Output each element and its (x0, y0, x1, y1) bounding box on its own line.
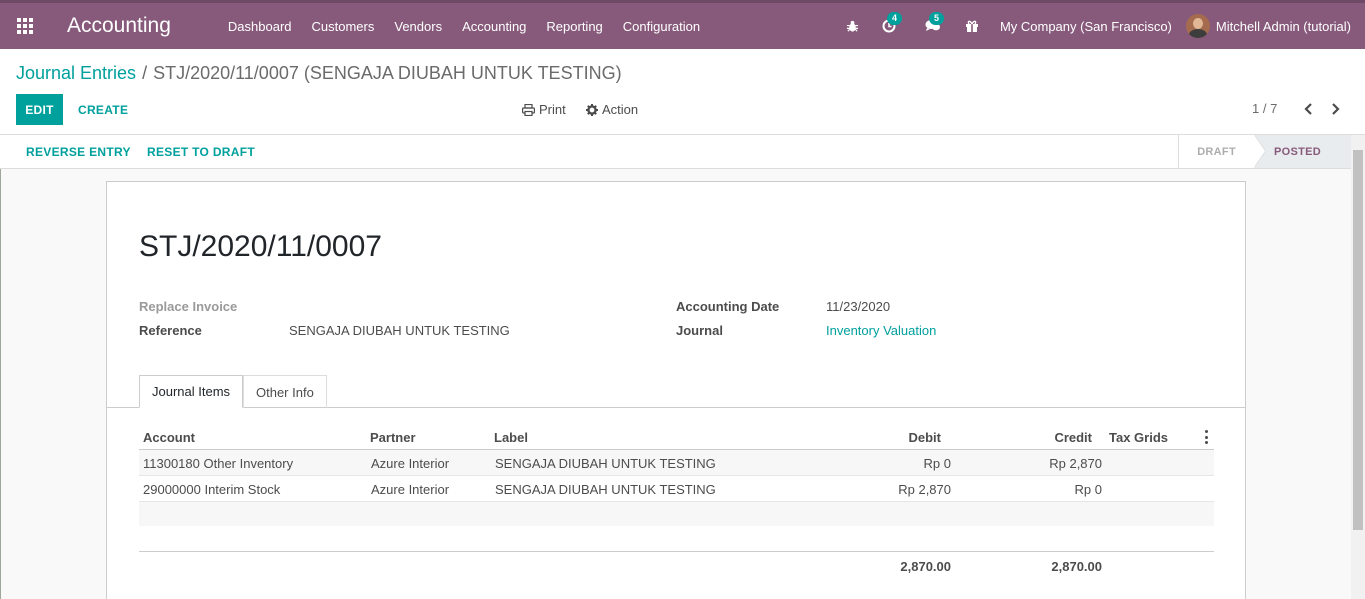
activity-button[interactable]: 4 (868, 3, 910, 49)
stage-posted: POSTED (1253, 135, 1351, 168)
gift-button[interactable] (956, 3, 988, 49)
cell-partner: Azure Interior (371, 456, 450, 471)
messaging-button[interactable]: 5 (910, 3, 956, 49)
tab-other-info[interactable]: Other Info (243, 375, 327, 408)
menu-item-accounting[interactable]: Accounting (452, 19, 536, 34)
pager-next-button[interactable] (1327, 99, 1343, 119)
print-label: Print (539, 102, 566, 117)
accounting-date-value: 11/23/2020 (826, 299, 891, 314)
stage-indicator: DRAFT POSTED (1178, 135, 1351, 168)
column-debit[interactable]: Debit (859, 430, 942, 445)
menu-item-configuration[interactable]: Configuration (613, 19, 710, 34)
table-row[interactable]: 29000000 Interim Stock Azure Interior SE… (139, 476, 1214, 502)
chevron-left-icon (1303, 103, 1312, 115)
empty-row (139, 502, 1214, 526)
left-edge (0, 169, 1, 599)
action-label: Action (602, 102, 639, 117)
menu-item-customers[interactable]: Customers (302, 19, 385, 34)
breadcrumb-journal-entries[interactable]: Journal Entries (16, 63, 136, 83)
print-icon (522, 103, 535, 116)
debug-button[interactable] (837, 3, 868, 49)
stage-draft: DRAFT (1179, 135, 1266, 168)
journal-link[interactable]: Inventory Valuation (826, 323, 936, 338)
column-label[interactable]: Label (494, 430, 528, 445)
cell-partner: Azure Interior (371, 482, 450, 497)
app-name[interactable]: Accounting (67, 14, 171, 38)
pager-previous-button[interactable] (1300, 99, 1316, 119)
breadcrumb: Journal Entries / STJ/2020/11/0007 (SENGAJ… (16, 63, 622, 84)
app-switcher-button[interactable] (0, 3, 50, 49)
page-title: STJ/2020/11/0007 (139, 230, 382, 263)
cell-debit: Rp 2,870 (898, 482, 951, 497)
table-row[interactable]: 11300180 Other Inventory Azure Interior … (139, 450, 1214, 476)
menu-item-vendors[interactable]: Vendors (384, 19, 452, 34)
reset-to-draft-button[interactable]: RESET TO DRAFT (147, 135, 255, 168)
cell-label: SENGAJA DIUBAH UNTUK TESTING (495, 456, 716, 471)
reference-label: Reference (139, 323, 202, 338)
column-credit[interactable]: Credit (1009, 430, 1092, 445)
action-dropdown[interactable]: Action (586, 94, 638, 125)
avatar (1185, 14, 1210, 38)
total-debit: 2,870.00 (900, 559, 951, 574)
column-tax-grids[interactable]: Tax Grids (1109, 430, 1168, 445)
table-footer: 2,870.00 2,870.00 (139, 552, 1214, 578)
cell-label: SENGAJA DIUBAH UNTUK TESTING (495, 482, 716, 497)
apps-grid-icon (17, 18, 33, 34)
reverse-entry-button[interactable]: REVERSE ENTRY (26, 135, 131, 168)
chevron-right-icon (1331, 103, 1340, 115)
replace-invoice-label: Replace Invoice (139, 299, 238, 314)
user-name: Mitchell Admin (tutorial) (1215, 18, 1351, 34)
cell-account: 11300180 Other Inventory (143, 456, 294, 471)
column-partner[interactable]: Partner (370, 430, 416, 445)
notebook-tabs: Journal Items Other Info (107, 375, 1245, 408)
create-button[interactable]: CREATE (70, 94, 136, 125)
top-navbar: Accounting Dashboard Customers Vendors A… (0, 0, 1365, 49)
total-credit: 2,870.00 (1051, 559, 1102, 574)
edit-button[interactable]: EDIT (16, 94, 63, 125)
activity-count-badge: 4 (886, 12, 902, 25)
breadcrumb-separator: / (142, 63, 148, 83)
breadcrumb-current: STJ/2020/11/0007 (SENGAJA DIUBAH UNTUK T… (153, 63, 622, 83)
cell-debit: Rp 0 (923, 456, 951, 471)
reference-value: SENGAJA DIUBAH UNTUK TESTING (289, 323, 510, 338)
company-switcher[interactable]: My Company (San Francisco) (988, 19, 1186, 34)
cell-account: 29000000 Interim Stock (143, 482, 281, 497)
cell-credit: Rp 2,870 (1049, 456, 1102, 471)
control-panel: Journal Entries / STJ/2020/11/0007 (SENGAJ… (0, 49, 1365, 135)
journal-items-table: Account Partner Label Debit Credit Tax G… (139, 424, 1214, 578)
table-header: Account Partner Label Debit Credit Tax G… (139, 424, 1214, 450)
cell-credit: Rp 0 (1074, 482, 1102, 497)
journal-label: Journal (676, 323, 723, 338)
user-menu[interactable]: Mitchell Admin (tutorial) (1185, 14, 1351, 38)
scrollbar-thumb[interactable] (1353, 150, 1363, 530)
column-account[interactable]: Account (143, 430, 195, 445)
menu-item-reporting[interactable]: Reporting (536, 19, 612, 34)
form-statusbar: REVERSE ENTRY RESET TO DRAFT DRAFT POSTE… (0, 135, 1365, 169)
accounting-date-label: Accounting Date (676, 299, 780, 314)
navbar-systray: 4 5 My Company (San Francisco) Mitchell … (837, 3, 1365, 49)
gift-icon (965, 20, 978, 32)
bug-icon (846, 20, 859, 32)
empty-row (139, 526, 1214, 552)
menu-item-dashboard[interactable]: Dashboard (218, 19, 302, 34)
gear-icon (586, 103, 598, 116)
tab-journal-items[interactable]: Journal Items (139, 375, 244, 408)
print-dropdown[interactable]: Print (522, 94, 566, 125)
main-menu: Dashboard Customers Vendors Accounting R… (218, 19, 710, 34)
kebab-menu-icon[interactable] (1203, 430, 1209, 444)
form-sheet: STJ/2020/11/0007 Replace Invoice Referen… (106, 181, 1246, 599)
pager-value[interactable]: 1 / 7 (1252, 101, 1277, 116)
messages-count-badge: 5 (928, 12, 944, 25)
